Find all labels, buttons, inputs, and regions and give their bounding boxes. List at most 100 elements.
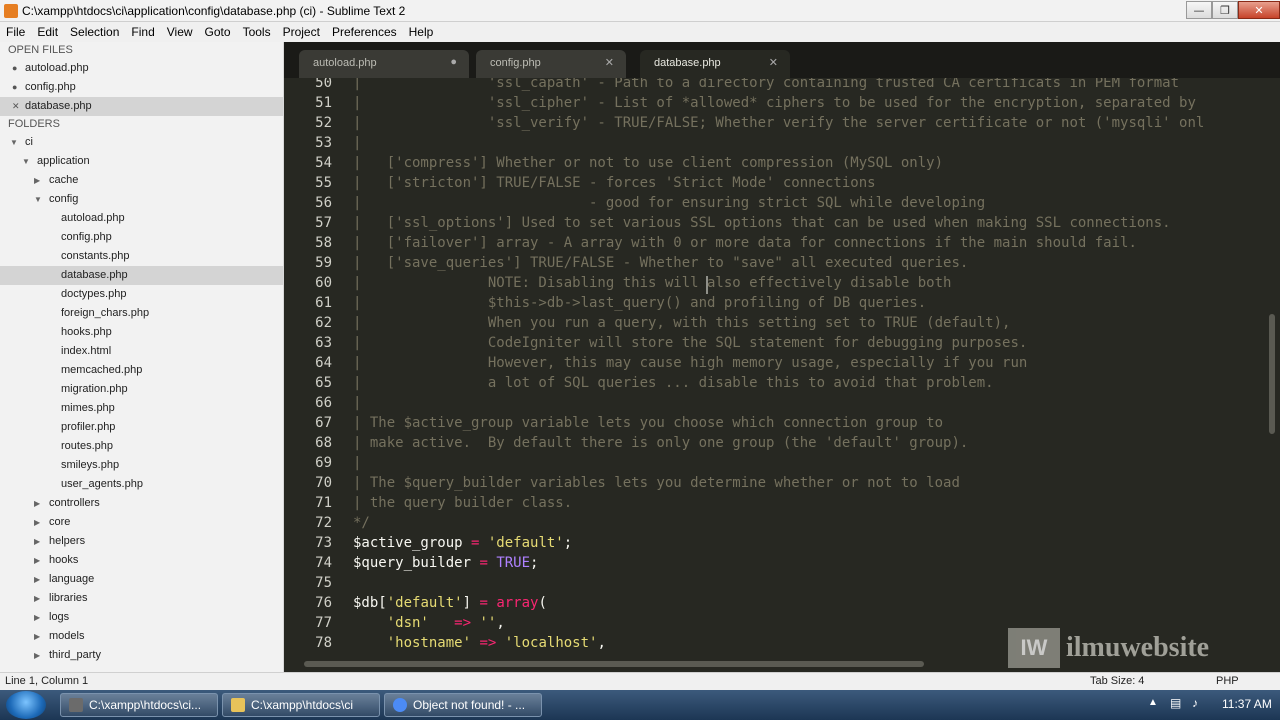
start-button[interactable]: [6, 691, 46, 719]
tree-folder[interactable]: ▼ ci: [0, 133, 283, 152]
tree-folder[interactable]: ▶ language: [0, 570, 283, 589]
code-line: | 'ssl_verify' - TRUE/FALSE; Whether ver…: [353, 113, 1204, 133]
tree-file[interactable]: user_agents.php: [0, 475, 283, 494]
tree-file[interactable]: mimes.php: [0, 399, 283, 418]
tree-file[interactable]: smileys.php: [0, 456, 283, 475]
code-token: | CodeIgniter will store the SQL stateme…: [353, 335, 1028, 351]
menu-bar: File Edit Selection Find View Goto Tools…: [0, 22, 1280, 42]
volume-icon[interactable]: ♪: [1192, 696, 1198, 710]
menu-file[interactable]: File: [0, 25, 31, 39]
code-token: '': [479, 615, 497, 631]
tree-file[interactable]: memcached.php: [0, 361, 283, 380]
text-cursor-icon: [706, 276, 708, 294]
collapsed-arrow-icon[interactable]: ▶: [34, 171, 40, 190]
collapsed-arrow-icon[interactable]: ▶: [34, 532, 40, 551]
code-token: TRUE: [496, 555, 531, 571]
tree-folder[interactable]: ▶ libraries: [0, 589, 283, 608]
collapsed-arrow-icon[interactable]: ▶: [34, 608, 40, 627]
menu-selection[interactable]: Selection: [64, 25, 125, 39]
horizontal-scroll-thumb[interactable]: [304, 661, 924, 667]
tree-file[interactable]: hooks.php: [0, 323, 283, 342]
collapsed-arrow-icon[interactable]: ▶: [34, 551, 40, 570]
vertical-scroll-thumb[interactable]: [1269, 314, 1275, 434]
code-token: |: [353, 395, 362, 411]
tab-size-selector[interactable]: Tab Size: 4: [1090, 675, 1144, 687]
tab-label: database.php: [654, 57, 721, 69]
tree-folder[interactable]: ▶ third_party: [0, 646, 283, 665]
tree-folder[interactable]: ▶ logs: [0, 608, 283, 627]
open-file-item[interactable]: ● autoload.php: [0, 59, 283, 78]
maximize-button[interactable]: ❐: [1212, 1, 1238, 19]
minimize-button[interactable]: —: [1186, 1, 1212, 19]
tree-file[interactable]: profiler.php: [0, 418, 283, 437]
tab-config[interactable]: config.php ✕: [476, 50, 626, 78]
tree-file[interactable]: constants.php: [0, 247, 283, 266]
menu-find[interactable]: Find: [125, 25, 160, 39]
code-editor[interactable]: 50 51 52 53 54 55 56 57 58 59 60 61 62 63 64 65 66 67 68 69…: [284, 78, 1280, 656]
tree-folder[interactable]: ▶ hooks: [0, 551, 283, 570]
tree-folder[interactable]: ▶ core: [0, 513, 283, 532]
close-button[interactable]: ✕: [1238, 1, 1280, 19]
window-title: C:\xampp\htdocs\ci\application\config\da…: [22, 3, 406, 18]
line-number: 53: [315, 135, 332, 151]
line-number: 72: [315, 515, 332, 531]
collapsed-arrow-icon[interactable]: ▶: [34, 570, 40, 589]
tree-folder[interactable]: ▶ controllers: [0, 494, 283, 513]
tree-label: config: [49, 193, 79, 205]
tab-label: autoload.php: [313, 57, 377, 69]
vertical-scrollbar[interactable]: [1266, 78, 1278, 656]
code-line: $active_group = 'default';: [353, 533, 572, 553]
syntax-selector[interactable]: PHP: [1216, 675, 1239, 687]
menu-tools[interactable]: Tools: [237, 25, 277, 39]
expanded-arrow-icon[interactable]: ▼: [22, 152, 30, 171]
tab-autoload[interactable]: autoload.php ●: [299, 50, 469, 78]
network-icon[interactable]: ▤: [1170, 696, 1181, 710]
menu-project[interactable]: Project: [277, 25, 326, 39]
taskbar-chrome-window[interactable]: Object not found! - ...: [384, 693, 542, 717]
open-file-item[interactable]: ✕ database.php: [0, 97, 283, 116]
close-tab-icon[interactable]: ✕: [605, 56, 614, 69]
task-label: C:\xampp\htdocs\ci...: [89, 698, 202, 712]
tree-file[interactable]: doctypes.php: [0, 285, 283, 304]
code-token: ,: [496, 615, 505, 631]
tree-file[interactable]: foreign_chars.php: [0, 304, 283, 323]
close-tab-icon[interactable]: ✕: [769, 56, 778, 69]
taskbar-folder-window[interactable]: C:\xampp\htdocs\ci: [222, 693, 380, 717]
line-number: 74: [315, 555, 332, 571]
menu-edit[interactable]: Edit: [31, 25, 64, 39]
collapsed-arrow-icon[interactable]: ▶: [34, 494, 40, 513]
collapsed-arrow-icon[interactable]: ▶: [34, 627, 40, 646]
collapsed-arrow-icon[interactable]: ▶: [34, 589, 40, 608]
menu-view[interactable]: View: [161, 25, 199, 39]
line-number: 61: [315, 295, 332, 311]
show-hidden-icons-icon[interactable]: ▲: [1148, 697, 1158, 708]
tree-folder[interactable]: ▶ helpers: [0, 532, 283, 551]
unsaved-dot-icon[interactable]: ●: [450, 56, 457, 68]
tree-folder[interactable]: ▶ cache: [0, 171, 283, 190]
tree-label: index.html: [61, 345, 112, 357]
tree-file[interactable]: database.php: [0, 266, 283, 285]
clock[interactable]: 11:37 AM: [1222, 697, 1272, 711]
tree-file[interactable]: migration.php: [0, 380, 283, 399]
close-file-icon[interactable]: ✕: [12, 97, 20, 116]
menu-help[interactable]: Help: [403, 25, 440, 39]
expanded-arrow-icon[interactable]: ▼: [10, 133, 18, 152]
tree-file[interactable]: routes.php: [0, 437, 283, 456]
menu-goto[interactable]: Goto: [199, 25, 237, 39]
tree-folder[interactable]: ▼ application: [0, 152, 283, 171]
collapsed-arrow-icon[interactable]: ▶: [34, 513, 40, 532]
tree-file[interactable]: index.html: [0, 342, 283, 361]
tree-folder[interactable]: ▶ models: [0, 627, 283, 646]
file-bullet-icon: ●: [12, 82, 18, 92]
tree-folder[interactable]: ▼ config: [0, 190, 283, 209]
menu-preferences[interactable]: Preferences: [326, 25, 403, 39]
tab-database[interactable]: database.php ✕: [640, 50, 790, 78]
expanded-arrow-icon[interactable]: ▼: [34, 190, 42, 209]
tree-file[interactable]: config.php: [0, 228, 283, 247]
collapsed-arrow-icon[interactable]: ▶: [34, 646, 40, 665]
system-tray: ▲ ▤ ♪ 11:37 AM: [1140, 690, 1280, 720]
open-file-item[interactable]: ● config.php: [0, 78, 283, 97]
tree-file[interactable]: autoload.php: [0, 209, 283, 228]
taskbar-explorer-window[interactable]: C:\xampp\htdocs\ci...: [60, 693, 218, 717]
